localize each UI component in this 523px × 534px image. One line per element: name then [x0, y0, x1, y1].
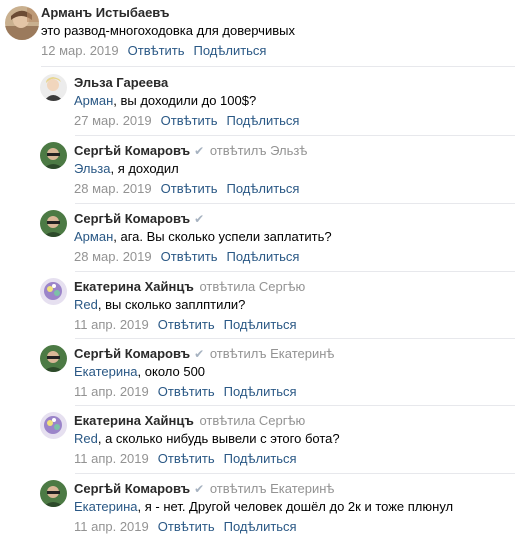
- comment-author[interactable]: Сергѣй Комаровъ ✔ отвѣтилъ Екатеринѣ: [74, 481, 453, 496]
- reply-to-label[interactable]: отвѣтила Сергѣю: [199, 279, 305, 294]
- reply-button[interactable]: Отвѣтить: [161, 181, 218, 196]
- divider: [75, 473, 515, 474]
- comment-text: Екатерина, я - нет. Другой человек дошёл…: [74, 499, 454, 514]
- comment-author[interactable]: Екатерина Хайнцъ отвѣтила Сергѣю: [74, 279, 305, 294]
- mention-link[interactable]: Екатерина: [74, 499, 138, 514]
- avatar[interactable]: [40, 278, 67, 305]
- divider: [75, 135, 515, 136]
- share-button[interactable]: Подѣлиться: [227, 113, 300, 128]
- comment-meta: 27 мар. 2019 Отвѣтить Подѣлиться: [74, 113, 299, 128]
- comment-meta: 11 апр. 2019 Отвѣтить Подѣлиться: [74, 384, 334, 399]
- user-photo-icon: [40, 210, 67, 237]
- comment-date[interactable]: 28 мар. 2019: [74, 181, 152, 196]
- share-button[interactable]: Подѣлиться: [224, 317, 297, 332]
- comment-date[interactable]: 27 мар. 2019: [74, 113, 152, 128]
- comment-author[interactable]: Сергѣй Комаровъ ✔ отвѣтилъ Екатеринѣ: [74, 346, 334, 361]
- share-button[interactable]: Подѣлиться: [224, 519, 297, 534]
- avatar[interactable]: [40, 142, 67, 169]
- divider: [75, 271, 515, 272]
- divider: [75, 338, 515, 339]
- comment-text: Арман, вы доходили до 100$?: [74, 93, 257, 108]
- comment-meta: 11 апр. 2019 Отвѣтить Подѣлиться: [74, 317, 305, 332]
- mention-link[interactable]: Эльза: [74, 161, 110, 176]
- mention-link[interactable]: Red: [74, 431, 98, 446]
- share-button[interactable]: Подѣлиться: [224, 451, 297, 466]
- user-photo-icon: [40, 480, 67, 507]
- comment-text: это развод-многоходовка для доверчивых: [41, 23, 295, 38]
- avatar[interactable]: [40, 210, 67, 237]
- share-button[interactable]: Подѣлиться: [224, 384, 297, 399]
- reply-to-label[interactable]: отвѣтилъ Екатеринѣ: [210, 481, 335, 496]
- verified-check-icon: ✔: [194, 482, 205, 496]
- reply-button[interactable]: Отвѣтить: [158, 451, 215, 466]
- divider: [41, 66, 515, 67]
- reply-button[interactable]: Отвѣтить: [158, 317, 215, 332]
- comment-author[interactable]: Арманъ Истыбаевъ: [41, 5, 295, 20]
- reply-to-label[interactable]: отвѣтилъ Эльзѣ: [210, 143, 308, 158]
- avatar[interactable]: [40, 74, 67, 101]
- mention-link[interactable]: Арман: [74, 93, 113, 108]
- comment-text: Red, а сколько нибудь вывели с этого бот…: [74, 431, 340, 446]
- comment-date[interactable]: 11 апр. 2019: [74, 519, 149, 534]
- comment-date[interactable]: 11 апр. 2019: [74, 451, 149, 466]
- comment-meta: 11 апр. 2019 Отвѣтить Подѣлиться: [74, 451, 340, 466]
- avatar[interactable]: [40, 345, 67, 372]
- comment-date[interactable]: 12 мар. 2019: [41, 43, 119, 58]
- user-photo-icon: [40, 142, 67, 169]
- reply-button[interactable]: Отвѣтить: [158, 519, 215, 534]
- comment-date[interactable]: 11 апр. 2019: [74, 384, 149, 399]
- reply-button[interactable]: Отвѣтить: [158, 384, 215, 399]
- share-button[interactable]: Подѣлиться: [227, 249, 300, 264]
- comment-text: Екатерина, около 500: [74, 364, 206, 379]
- comment-text: Арман, ага. Вы сколько успели заплатить?: [74, 229, 332, 244]
- comment-text: Red, вы сколько заплптили?: [74, 297, 246, 312]
- comment-author[interactable]: Екатерина Хайнцъ отвѣтила Сергѣю: [74, 413, 340, 428]
- reply-to-label[interactable]: отвѣтила Сергѣю: [199, 413, 305, 428]
- avatar[interactable]: [5, 6, 39, 40]
- comment-meta: 28 мар. 2019 Отвѣтить Подѣлиться: [74, 249, 332, 264]
- reply-button[interactable]: Отвѣтить: [128, 43, 185, 58]
- comment-text: Эльза, я доходил: [74, 161, 179, 176]
- comment-author[interactable]: Сергѣй Комаровъ ✔: [74, 211, 332, 226]
- user-photo-icon: [40, 345, 67, 372]
- mention-link[interactable]: Екатерина: [74, 364, 138, 379]
- avatar[interactable]: [40, 480, 67, 507]
- comment-date[interactable]: 11 апр. 2019: [74, 317, 149, 332]
- avatar[interactable]: [40, 412, 67, 439]
- share-button[interactable]: Подѣлиться: [227, 181, 300, 196]
- reply-button[interactable]: Отвѣтить: [161, 113, 218, 128]
- user-photo-icon: [40, 412, 67, 439]
- reply-button[interactable]: Отвѣтить: [161, 249, 218, 264]
- verified-check-icon: ✔: [194, 144, 205, 158]
- comment-meta: 12 мар. 2019 Отвѣтить Подѣлиться: [41, 43, 295, 58]
- divider: [75, 405, 515, 406]
- user-photo-icon: [40, 74, 67, 101]
- user-photo-icon: [5, 6, 39, 40]
- comment-meta: 28 мар. 2019 Отвѣтить Подѣлиться: [74, 181, 307, 196]
- comment-author[interactable]: Сергѣй Комаровъ ✔ отвѣтилъ Эльзѣ: [74, 143, 307, 158]
- divider: [75, 203, 515, 204]
- reply-to-label[interactable]: отвѣтилъ Екатеринѣ: [210, 346, 335, 361]
- mention-link[interactable]: Red: [74, 297, 98, 312]
- comment-author[interactable]: Эльза Гареева: [74, 75, 299, 90]
- verified-check-icon: ✔: [194, 347, 205, 361]
- user-photo-icon: [40, 278, 67, 305]
- comment-meta: 11 апр. 2019 Отвѣтить Подѣлиться: [74, 519, 453, 534]
- mention-link[interactable]: Арман: [74, 229, 113, 244]
- verified-check-icon: ✔: [194, 212, 205, 226]
- comment-date[interactable]: 28 мар. 2019: [74, 249, 152, 264]
- share-button[interactable]: Подѣлиться: [194, 43, 267, 58]
